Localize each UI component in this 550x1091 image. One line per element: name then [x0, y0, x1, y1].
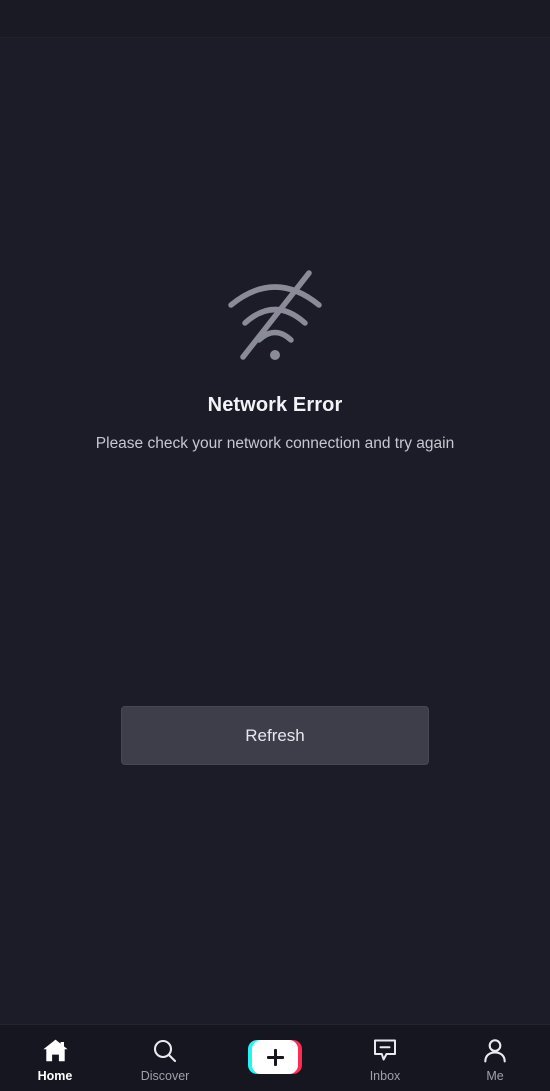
create-button-face [252, 1040, 298, 1074]
plus-icon-vertical [273, 1048, 277, 1066]
nav-label-inbox: Inbox [369, 1068, 401, 1083]
nav-label-discover: Discover [140, 1068, 190, 1083]
person-icon [482, 1037, 508, 1065]
nav-item-create[interactable] [220, 1025, 330, 1091]
nav-item-inbox[interactable]: Inbox [330, 1025, 440, 1091]
error-title: Network Error [207, 394, 343, 416]
nav-item-discover[interactable]: Discover [110, 1025, 220, 1091]
nav-item-me[interactable]: Me [440, 1025, 550, 1091]
nav-item-home[interactable]: Home [0, 1025, 110, 1091]
nav-label-me: Me [486, 1068, 504, 1083]
network-error-state: Network Error Please check your network … [0, 263, 550, 452]
wifi-off-icon [221, 263, 329, 367]
main-content: Network Error Please check your network … [0, 38, 550, 1024]
home-icon [42, 1037, 69, 1065]
message-icon [372, 1037, 398, 1065]
status-bar [0, 0, 550, 38]
search-icon [152, 1037, 178, 1065]
nav-label-home: Home [37, 1068, 73, 1083]
refresh-button[interactable]: Refresh [121, 706, 429, 765]
app-screen: Network Error Please check your network … [0, 0, 550, 1091]
refresh-button-label: Refresh [245, 725, 305, 745]
bottom-navigation-bar: Home Discover Inbox Me [0, 1024, 550, 1091]
plus-create-button[interactable] [248, 1040, 302, 1074]
error-subtitle: Please check your network connection and… [95, 435, 455, 452]
